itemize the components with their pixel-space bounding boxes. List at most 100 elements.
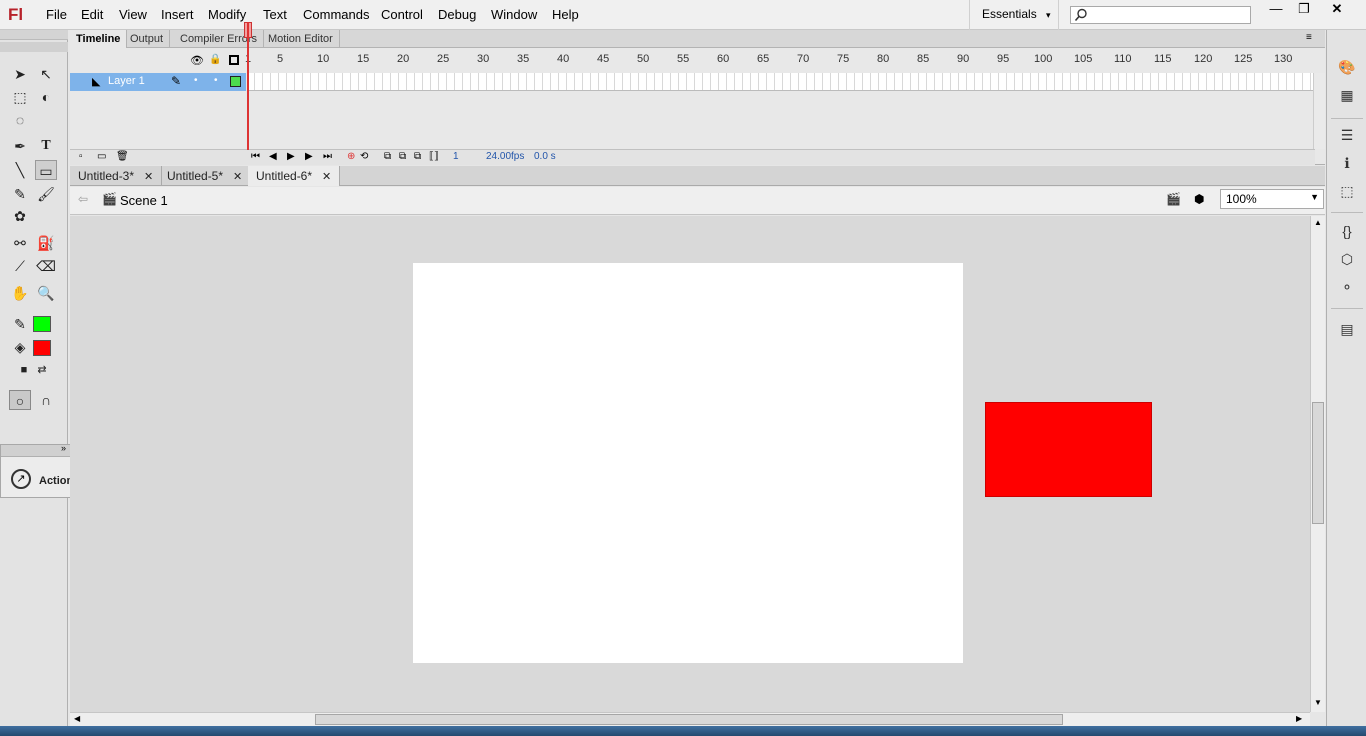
current-frame[interactable]: 1 <box>453 151 459 162</box>
swatches-panel-icon[interactable]: ▦ <box>1337 86 1357 104</box>
stage-horizontal-scrollbar[interactable]: ◀ ▶ <box>70 712 1310 726</box>
panel-menu-icon[interactable]: ≡ <box>1306 32 1312 43</box>
edit-multiple-icon[interactable]: ⧉ <box>414 151 421 162</box>
timeline-vertical-scrollbar[interactable] <box>1313 73 1325 149</box>
menu-help[interactable]: Help <box>552 7 579 22</box>
back-arrow-icon[interactable]: ⇦ <box>78 192 88 206</box>
edit-symbols-icon[interactable]: ⬢ <box>1194 192 1204 206</box>
help-search-input[interactable] <box>1070 6 1251 24</box>
layer-name[interactable]: Layer 1 <box>108 75 145 87</box>
menu-modify[interactable]: Modify <box>208 7 246 22</box>
menu-view[interactable]: View <box>119 7 147 22</box>
brush-tool-icon[interactable]: 🖌 <box>35 184 57 204</box>
last-frame-icon[interactable]: ⏭ <box>323 151 332 162</box>
paint-bucket-tool-icon[interactable]: ⛽ <box>35 233 57 253</box>
center-frame-icon[interactable]: ⊕ <box>347 151 355 162</box>
pencil-tool-icon[interactable]: ✎ <box>9 184 31 204</box>
scroll-thumb[interactable] <box>315 714 1063 725</box>
frame-rate[interactable]: 24.00 <box>486 151 511 162</box>
menu-text[interactable]: Text <box>263 7 287 22</box>
transform-panel-icon[interactable]: ⬚ <box>1337 182 1357 200</box>
minimize-button[interactable]: — <box>1261 0 1291 18</box>
tab-motion-editor[interactable]: Motion Editor <box>262 30 340 48</box>
motion-presets-icon[interactable]: ⚬ <box>1337 278 1357 296</box>
bone-tool-icon[interactable]: ⚯ <box>9 233 31 253</box>
deco-tool-icon[interactable]: ✿ <box>9 206 31 226</box>
stage-vertical-scrollbar[interactable]: ▲ ▼ <box>1310 216 1325 712</box>
new-folder-icon[interactable]: ▭ <box>97 151 106 162</box>
menu-debug[interactable]: Debug <box>438 7 476 22</box>
actions-icon[interactable]: ↗ <box>11 469 31 489</box>
menu-control[interactable]: Control <box>381 7 423 22</box>
onion-skin-icon[interactable]: ⧉ <box>384 151 391 162</box>
tab-timeline[interactable]: Timeline <box>70 30 128 48</box>
line-tool-icon[interactable]: ╲ <box>9 160 31 180</box>
show-hide-icon[interactable]: 👁 <box>190 54 204 67</box>
elapsed-time[interactable]: 0.0 s <box>534 151 556 162</box>
object-drawing-icon[interactable]: ○ <box>9 390 31 410</box>
layer-row[interactable]: ◣ Layer 1 ✎ • • <box>70 73 246 91</box>
close-icon[interactable]: ✕ <box>322 171 331 183</box>
doc-tab[interactable]: Untitled-5* ✕ <box>159 166 252 186</box>
menu-insert[interactable]: Insert <box>161 7 194 22</box>
scroll-thumb[interactable] <box>1312 402 1324 524</box>
close-icon[interactable]: ✕ <box>144 171 153 183</box>
layer-outline-color[interactable] <box>230 76 241 87</box>
zoom-tool-icon[interactable]: 🔍 <box>35 283 57 303</box>
new-layer-icon[interactable]: ▫ <box>79 151 83 162</box>
swap-colors-icon[interactable]: ⇄ <box>31 360 53 380</box>
scene-label[interactable]: Scene 1 <box>120 193 168 208</box>
scroll-up-icon[interactable]: ▲ <box>1314 218 1322 227</box>
color-panel-icon[interactable]: 🎨 <box>1337 58 1357 76</box>
eraser-tool-icon[interactable]: ⌫ <box>35 256 57 276</box>
hand-tool-icon[interactable]: ✋ <box>9 283 31 303</box>
menu-file[interactable]: File <box>46 7 67 22</box>
subselection-tool-icon[interactable]: ↖ <box>35 64 57 84</box>
menu-window[interactable]: Window <box>491 7 537 22</box>
step-forward-icon[interactable]: ▶ <box>305 151 313 162</box>
onion-outline-icon[interactable]: ⧉ <box>399 151 406 162</box>
play-icon[interactable]: ▶ <box>287 151 295 162</box>
eyedropper-tool-icon[interactable]: ⟋ <box>9 256 31 276</box>
3d-rotation-tool-icon[interactable]: ◐ <box>35 87 57 107</box>
edit-scene-icon[interactable]: 🎬 <box>1166 192 1181 206</box>
info-panel-icon[interactable]: ℹ <box>1337 154 1357 172</box>
library-panel-icon[interactable]: ▤ <box>1337 320 1357 338</box>
tab-output[interactable]: Output <box>124 30 171 48</box>
text-tool-icon[interactable]: T <box>35 136 57 156</box>
outline-icon[interactable] <box>229 55 239 65</box>
panel-collapse-bar[interactable] <box>0 30 68 40</box>
scroll-down-icon[interactable]: ▼ <box>1314 698 1322 707</box>
frame-grid[interactable] <box>247 73 1313 91</box>
zoom-select[interactable]: 100% ▼ <box>1220 189 1324 209</box>
menu-commands[interactable]: Commands <box>303 7 369 22</box>
red-rectangle-shape[interactable] <box>985 402 1152 497</box>
workspace-switcher[interactable]: Essentials ▾ <box>969 0 1059 30</box>
modify-markers-icon[interactable]: ⟦⟧ <box>429 151 439 162</box>
scroll-left-icon[interactable]: ◀ <box>74 714 80 723</box>
stroke-color-swatch[interactable] <box>33 316 51 332</box>
delete-icon[interactable]: 🗑 <box>116 151 129 162</box>
first-frame-icon[interactable]: ⏮ <box>251 151 260 162</box>
visibility-dot[interactable]: • <box>194 75 198 86</box>
loop-icon[interactable]: ⟲ <box>360 151 368 162</box>
lock-icon[interactable]: 🔒 <box>209 54 221 65</box>
scroll-right-icon[interactable]: ▶ <box>1296 714 1302 723</box>
close-icon[interactable]: ✕ <box>233 171 242 183</box>
fill-color-swatch[interactable] <box>33 340 51 356</box>
selection-tool-icon[interactable]: ➤ <box>9 64 31 84</box>
step-back-icon[interactable]: ◀ <box>269 151 277 162</box>
menu-edit[interactable]: Edit <box>81 7 103 22</box>
components-panel-icon[interactable]: ⬡ <box>1337 250 1357 268</box>
lock-dot[interactable]: • <box>214 75 218 86</box>
doc-tab-active[interactable]: Untitled-6* ✕ <box>248 166 341 186</box>
pen-tool-icon[interactable]: ✒ <box>9 136 31 156</box>
stage-canvas[interactable] <box>413 263 963 663</box>
rectangle-tool-icon[interactable]: ▭ <box>35 160 57 180</box>
snap-to-objects-icon[interactable]: ∩ <box>35 390 57 410</box>
doc-tab[interactable]: Untitled-3* ✕ <box>70 166 163 186</box>
panel-grip[interactable] <box>0 42 68 52</box>
close-button[interactable]: ✕ <box>1322 0 1352 18</box>
free-transform-tool-icon[interactable]: ⬚ <box>9 87 31 107</box>
frame-ruler[interactable]: 1 5 10 15 20 25 30 35 40 45 50 55 60 65 … <box>245 50 1315 70</box>
